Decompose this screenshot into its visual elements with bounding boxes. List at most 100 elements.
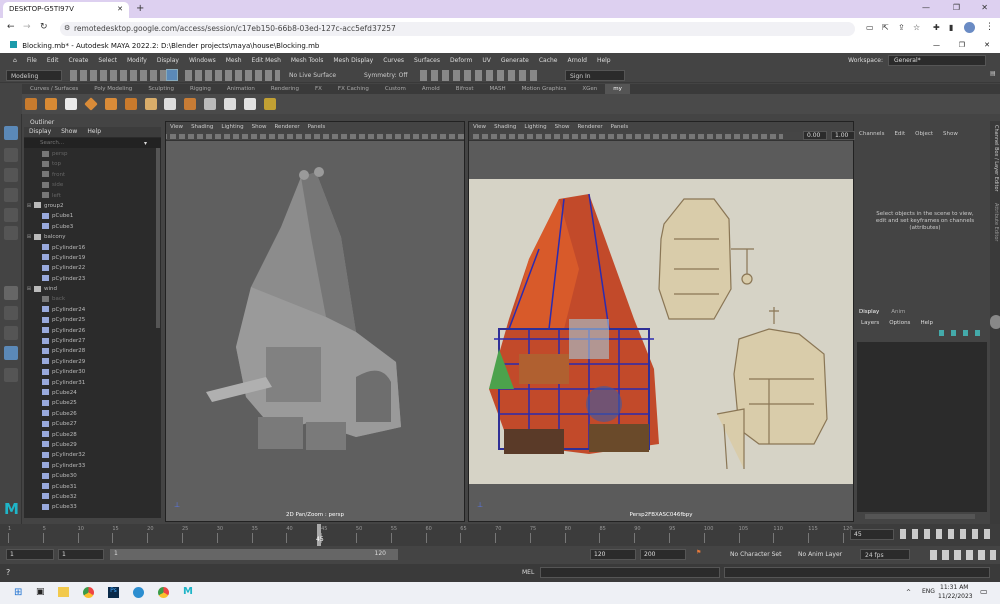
windows-start-icon[interactable]: ⊞ [14, 587, 22, 598]
expand-icon[interactable]: ⊞ [24, 201, 34, 211]
animation-start-field[interactable]: 1 [6, 549, 54, 560]
menu-help[interactable]: Help [592, 57, 616, 64]
expand-icon[interactable]: ⊞ [24, 232, 34, 242]
menu-modify[interactable]: Modify [122, 57, 152, 64]
shelf-tab-mash[interactable]: MASH [481, 84, 513, 94]
outliner-menu-display[interactable]: Display [29, 127, 51, 137]
maya-minimize-icon[interactable]: — [933, 41, 940, 49]
outliner-row[interactable]: front [24, 170, 161, 180]
home-icon[interactable]: ⌂ [8, 57, 22, 64]
outliner-layout-icon[interactable] [4, 346, 18, 360]
menu-select[interactable]: Select [93, 57, 122, 64]
scale-tool-icon[interactable] [4, 226, 18, 240]
single-view-icon[interactable] [4, 286, 18, 300]
menu-generate[interactable]: Generate [496, 57, 534, 64]
outliner-row[interactable]: pCylinder29 [24, 357, 161, 367]
outliner-row[interactable]: ⊞ group2 [24, 201, 161, 211]
restore-window-icon[interactable]: ❐ [953, 3, 960, 12]
shelf-tab-sculpting[interactable]: Sculpting [140, 84, 182, 94]
workspace-dropdown[interactable]: General* [888, 54, 986, 66]
outliner-search-input[interactable] [24, 138, 144, 148]
options-menu[interactable]: Options [889, 320, 910, 326]
channel-box-side-tab[interactable]: Channel Box / Layer Editor [993, 125, 999, 192]
photoshop-icon[interactable]: Ps [108, 587, 119, 598]
shelf-tab-fx[interactable]: FX [307, 84, 330, 94]
outliner-row[interactable]: pCube32 [24, 492, 161, 502]
rotate-tool-icon[interactable] [4, 208, 18, 222]
shelf-custom-icon[interactable] [264, 98, 277, 110]
anim-layer-dropdown[interactable]: No Anim Layer [798, 551, 842, 558]
outliner-row[interactable]: ⊞ wind [24, 284, 161, 294]
side-panel-icon[interactable]: ▮ [949, 23, 953, 32]
select-tool-icon[interactable] [4, 126, 18, 140]
vp1-menu-shading[interactable]: Shading [191, 122, 213, 132]
chrome-remote-icon[interactable] [158, 587, 169, 598]
edit-menu[interactable]: Edit [894, 131, 905, 137]
menu-display[interactable]: Display [152, 57, 184, 64]
outliner-scrollbar[interactable] [156, 148, 160, 328]
open-in-app-icon[interactable]: ⇱ [882, 23, 889, 32]
clock-time[interactable]: 11:31 AM [940, 584, 968, 591]
vp1-menu-panels[interactable]: Panels [308, 122, 326, 132]
two-view-icon[interactable] [4, 326, 18, 340]
outliner-row[interactable]: pCylinder25 [24, 315, 161, 325]
outliner-row[interactable]: pCube27 [24, 419, 161, 429]
clock-date[interactable]: 11/22/2023 [938, 593, 973, 600]
outliner-row[interactable]: pCylinder19 [24, 253, 161, 263]
vp1-menu-view[interactable]: View [170, 122, 183, 132]
menu-arnold[interactable]: Arnold [563, 57, 592, 64]
outliner-row[interactable]: pCylinder24 [24, 305, 161, 315]
outliner-row[interactable]: pCylinder26 [24, 326, 161, 336]
shelf-diamond-icon[interactable] [83, 97, 98, 111]
playback-option-icons[interactable] [930, 550, 996, 560]
sign-in-dropdown[interactable]: Sign In [565, 70, 625, 81]
layer-help-menu[interactable]: Help [920, 320, 933, 326]
layers-menu[interactable]: Layers [861, 320, 879, 326]
shelf-grid-icon[interactable] [164, 98, 177, 110]
vp1-menu-lighting[interactable]: Lighting [221, 122, 243, 132]
outliner-menu-help[interactable]: Help [87, 127, 101, 137]
vp2-menu-renderer[interactable]: Renderer [577, 122, 602, 132]
outliner-row[interactable]: pCube25 [24, 398, 161, 408]
viewport-right[interactable]: View Shading Lighting Show Renderer Pane… [468, 121, 855, 522]
outliner-row[interactable]: persp [24, 149, 161, 159]
browser-menu-icon[interactable]: ⋮ [985, 22, 994, 32]
menu-curves[interactable]: Curves [378, 57, 409, 64]
time-slider[interactable]: 1 5 10 15 20 25 30 35 40 45 50 55 60 65 70 75 80 85 90 95 10… [0, 524, 1000, 546]
outliner-row[interactable]: pCube29 [24, 440, 161, 450]
shelf-tab-arnold[interactable]: Arnold [414, 84, 448, 94]
outliner-row[interactable]: pCube3 [24, 222, 161, 232]
reload-icon[interactable]: ↻ [40, 22, 48, 32]
menu-surfaces[interactable]: Surfaces [409, 57, 445, 64]
outliner-menu-show[interactable]: Show [61, 127, 77, 137]
system-tray-up-icon[interactable]: ^ [906, 589, 911, 596]
help-icon[interactable]: ? [6, 568, 10, 577]
anim-tab[interactable]: Anim [891, 309, 905, 315]
outliner-row[interactable]: back [24, 294, 161, 304]
url-bar[interactable]: ⚙ remotedesktop.google.com/access/sessio… [60, 22, 855, 36]
outliner-row[interactable]: pCube28 [24, 430, 161, 440]
vp2-menu-shading[interactable]: Shading [494, 122, 516, 132]
vp2-menu-show[interactable]: Show [555, 122, 570, 132]
shelf-tab-bifrost[interactable]: Bifrost [448, 84, 482, 94]
shelf-cube-icon[interactable] [25, 98, 37, 110]
channels-menu[interactable]: Channels [859, 131, 884, 137]
layer-list[interactable] [857, 342, 987, 512]
move-tool-icon[interactable] [4, 188, 18, 202]
menu-uv[interactable]: UV [477, 57, 496, 64]
outliner-row[interactable]: pCube26 [24, 409, 161, 419]
shelf-tab-fx-caching[interactable]: FX Caching [330, 84, 377, 94]
menu-mesh[interactable]: Mesh [221, 57, 247, 64]
shelf-combine-icon[interactable] [144, 98, 157, 110]
shelf-tab-curves-surfaces[interactable]: Curves / Surfaces [22, 84, 86, 94]
shelf-bevel-icon[interactable] [104, 98, 117, 110]
live-surface-label[interactable]: No Live Surface [289, 72, 336, 79]
playback-controls[interactable] [900, 529, 996, 539]
menu-mesh-display[interactable]: Mesh Display [328, 57, 378, 64]
shelf-hist-icon[interactable] [64, 98, 77, 110]
vp2-menu-view[interactable]: View [473, 122, 486, 132]
outliner-row[interactable]: pCube1 [24, 211, 161, 221]
search-icon[interactable] [4, 368, 18, 382]
menu-file[interactable]: File [22, 57, 42, 64]
chrome-icon[interactable] [83, 587, 94, 598]
